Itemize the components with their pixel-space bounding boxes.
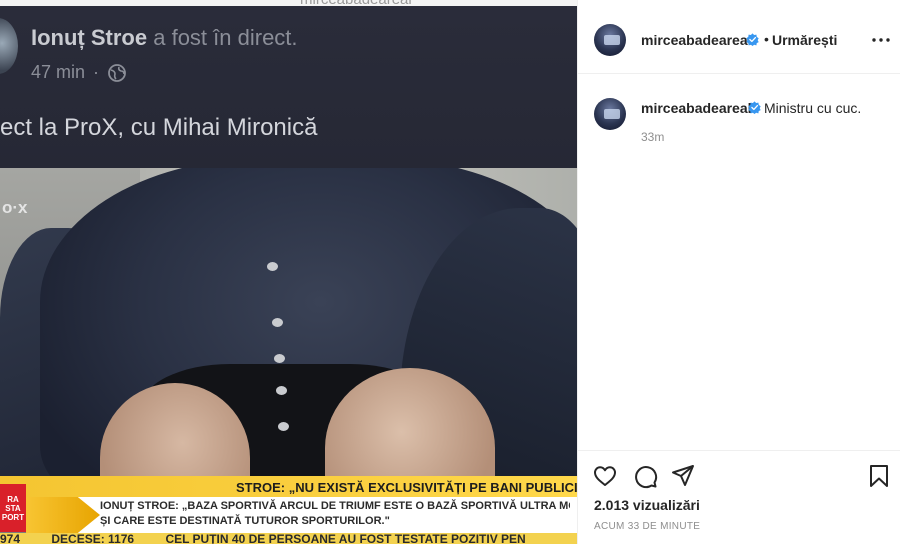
- jacket-button: [274, 354, 285, 363]
- embedded-facebook-post: Ionuț Stroe a fost în direct. 47 min · e…: [0, 6, 577, 168]
- verified-badge-icon: [748, 101, 761, 114]
- ticker-item: DECESE: 1176: [51, 533, 135, 544]
- more-horizontal-icon[interactable]: [871, 32, 891, 48]
- news-ticker-subtitle-line: IONUȚ STROE: „BAZA SPORTIVĂ ARCUL DE TRI…: [100, 500, 570, 512]
- globe-icon: [108, 63, 126, 82]
- fb-time-dot: ·: [93, 62, 100, 82]
- news-ticker-headline: STROE: „NU EXISTĂ EXCLUSIVITĂȚI PE BANI …: [236, 480, 577, 495]
- heart-icon[interactable]: [592, 463, 618, 489]
- post-header: mirceabadeareal • Urmărești: [578, 6, 900, 74]
- fb-time-text: 47 min: [31, 62, 86, 82]
- author-avatar[interactable]: [594, 24, 626, 56]
- post-media[interactable]: mirceabadeareal Ionuț Stroe a fost în di…: [0, 0, 577, 544]
- jacket-button: [278, 422, 289, 431]
- fb-author-name: Ionuț Stroe: [31, 25, 148, 50]
- post-timestamp[interactable]: ACUM 33 DE MINUTE: [594, 521, 700, 532]
- caption-timestamp[interactable]: 33m: [641, 130, 664, 144]
- caption-text: Ministru cu cuc.: [764, 100, 862, 116]
- fb-post-time: 47 min ·: [31, 62, 127, 83]
- view-count[interactable]: 2.013 vizualizări: [594, 497, 700, 513]
- comment-icon[interactable]: [632, 463, 658, 489]
- station-badge-text: PORT: [1, 512, 25, 522]
- jacket-button: [267, 262, 278, 271]
- news-ticker-bottom: 974 DECESE: 1176 CEL PUȚIN 40 DE PERSOAN…: [0, 533, 577, 544]
- jacket-button: [276, 386, 287, 395]
- ticker-item: 974: [0, 533, 21, 544]
- station-logo-badge: RA STA PORT: [0, 484, 26, 532]
- post-actions: 2.013 vizualizări ACUM 33 DE MINUTE: [578, 450, 900, 544]
- fb-post-header: Ionuț Stroe a fost în direct.: [31, 25, 298, 51]
- news-ticker-subtitle: IONUȚ STROE: „BAZA SPORTIVĂ ARCUL DE TRI…: [100, 499, 570, 529]
- station-badge-text: STA: [5, 503, 21, 513]
- following-button[interactable]: Urmărești: [772, 32, 837, 48]
- caption-avatar[interactable]: [594, 98, 626, 130]
- verified-badge-icon: [746, 33, 759, 46]
- jacket-button: [272, 318, 283, 327]
- author-username-link[interactable]: mirceabadeareal: [641, 32, 752, 48]
- fb-avatar: [0, 18, 18, 74]
- fb-action-text: a fost în direct.: [153, 25, 298, 50]
- share-icon[interactable]: [670, 463, 696, 489]
- caption-username-link[interactable]: mirceabadeareal: [641, 100, 752, 116]
- station-badge-text: RA: [7, 494, 19, 504]
- save-icon[interactable]: [866, 463, 892, 489]
- channel-logo-ghost: o·x: [2, 198, 28, 217]
- news-ticker-subtitle-line: ȘI CARE ESTE DESTINATĂ TUTUROR SPORTURIL…: [100, 515, 390, 527]
- fb-post-text: ect la ProX, cu Mihai Mironică: [0, 114, 318, 141]
- post-side-panel: mirceabadeareal • Urmărești mirceabadear…: [577, 0, 900, 544]
- header-separator: •: [764, 31, 769, 47]
- ticker-item: CEL PUȚIN 40 DE PERSOANE AU FOST TESTATE…: [165, 533, 526, 544]
